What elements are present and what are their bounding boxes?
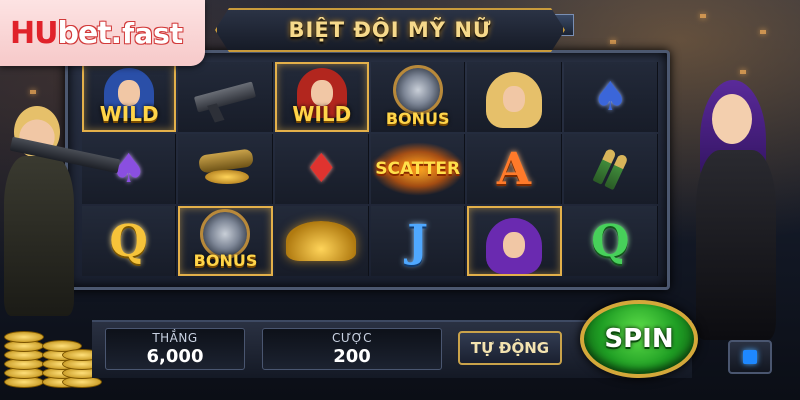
reels-grid: WILD WILD BONUS ♠ ♠ ♦ SCATTER A Q BONUS J Q — [82, 62, 658, 276]
letter-q-gold-symbol: Q — [109, 215, 148, 267]
wild-label: WILD — [99, 102, 159, 126]
menu-button[interactable] — [728, 340, 772, 374]
hubet-logo: HU bet. fast — [0, 0, 205, 66]
reel-cell — [178, 134, 273, 204]
left-character-body — [4, 156, 74, 316]
reel-cell: SCATTER — [371, 134, 466, 204]
letter-j-blue-symbol: J — [407, 215, 429, 267]
reel-cell: ♦ — [274, 134, 369, 204]
gold-coin-icon — [4, 331, 44, 343]
spin-label: SPIN — [604, 324, 674, 354]
game-scene: HU bet. fast BIỆT ĐỘI MỸ NỮ WILD WILD BONU… — [0, 0, 800, 400]
reel-cell: ♠ — [82, 134, 177, 204]
auto-play-button[interactable]: TỰ ĐỘNG — [458, 331, 562, 365]
right-character-body — [696, 150, 776, 340]
diamond-red-icon: ♦ — [303, 146, 340, 192]
reel-cell: Q — [563, 206, 658, 276]
reel-cell: WILD — [274, 62, 369, 132]
city-light — [760, 30, 766, 34]
spade-blue-icon: ♠ — [592, 74, 629, 120]
bet-value: 200 — [333, 346, 371, 367]
logo-text-hu: HU — [10, 15, 58, 51]
right-character — [670, 80, 800, 340]
win-panel: THẮNG 6,000 — [105, 328, 245, 370]
bullets-icon — [592, 147, 629, 191]
logo-text-bet: bet — [57, 15, 111, 51]
gold-coins-stack — [4, 300, 102, 390]
game-title: BIỆT ĐỘI MỸ NỮ — [288, 18, 492, 42]
city-light — [610, 40, 616, 44]
ammo-gold-icon — [193, 148, 257, 186]
bet-label: CƯỢC — [331, 331, 372, 345]
reel-cell — [467, 206, 562, 276]
auto-play-label: TỰ ĐỘNG — [470, 339, 550, 357]
reel-cell — [563, 134, 658, 204]
letter-a-orange-symbol: A — [496, 143, 532, 195]
reel-cell: BONUS — [371, 62, 466, 132]
vault-icon — [392, 65, 443, 115]
logo-text-dot: . — [110, 15, 123, 51]
city-light — [30, 90, 36, 94]
wild-label: WILD — [292, 102, 352, 126]
scatter-burst-icon: SCATTER — [371, 142, 464, 196]
letter-q-green-symbol: Q — [591, 215, 630, 267]
reel-cell: ♠ — [563, 62, 658, 132]
reel-cell: Q — [82, 206, 177, 276]
reel-cell — [467, 62, 562, 132]
gold-treasure-icon — [286, 221, 357, 261]
scatter-label: SCATTER — [375, 159, 461, 179]
reel-cell — [178, 62, 273, 132]
right-character-head — [712, 94, 752, 144]
left-character — [0, 100, 121, 330]
reel-cell: A — [467, 134, 562, 204]
city-light — [700, 14, 706, 18]
reel-cell: J — [371, 206, 466, 276]
win-label: THẮNG — [152, 331, 198, 345]
reel-cell — [274, 206, 369, 276]
pistol-icon — [193, 81, 257, 113]
woman-purple-hair-icon — [486, 218, 543, 274]
win-value: 6,000 — [146, 346, 204, 367]
spin-button[interactable]: SPIN — [580, 300, 698, 378]
bonus-label: BONUS — [385, 109, 450, 128]
game-title-banner: BIỆT ĐỘI MỸ NỮ — [215, 8, 565, 52]
city-light — [740, 70, 746, 74]
logo-text-fast: fast — [122, 16, 184, 50]
woman-blonde-icon — [485, 72, 542, 128]
reel-cell: WILD — [82, 62, 177, 132]
menu-square-icon — [743, 350, 757, 364]
bonus-label: BONUS — [193, 251, 258, 270]
bet-panel[interactable]: CƯỢC 200 — [262, 328, 442, 370]
reel-cell: BONUS — [178, 206, 273, 276]
